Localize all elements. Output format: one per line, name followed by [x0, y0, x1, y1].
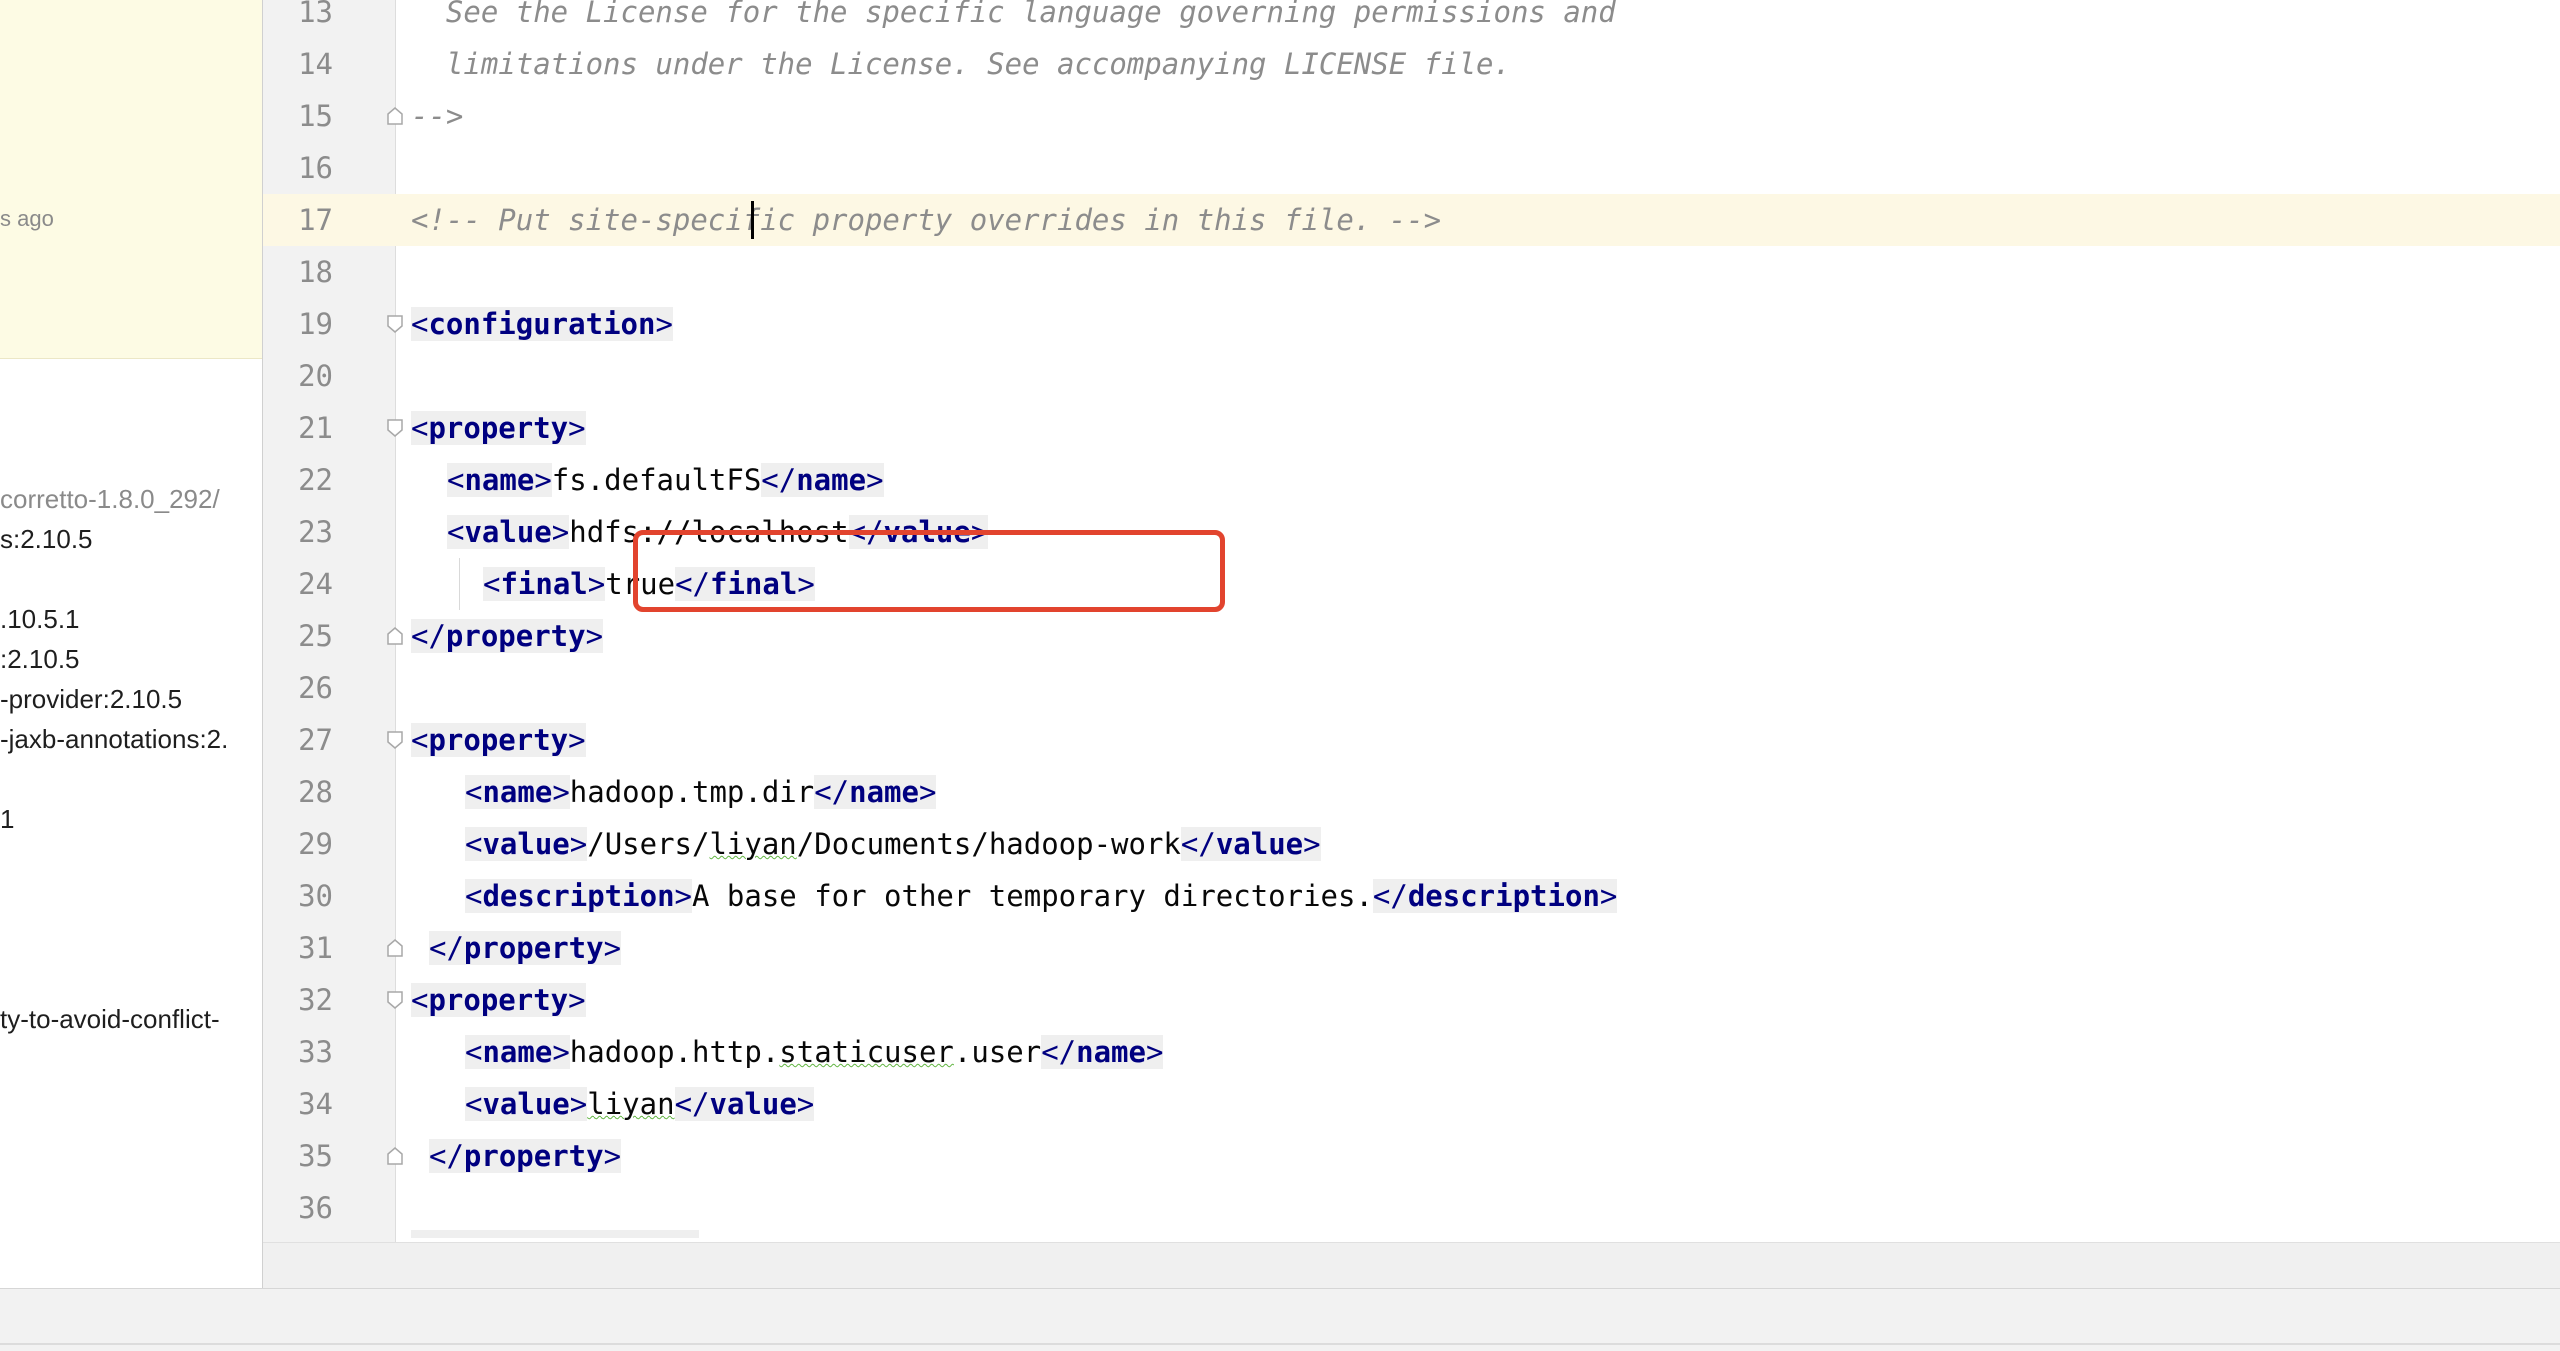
line-number: 22 — [298, 463, 333, 497]
text-caret — [751, 201, 754, 239]
comment-text: --> — [411, 99, 464, 133]
xml-tag: <configuration> — [411, 307, 673, 341]
current-code-line: 17 <!-- Put site-specific property overr… — [263, 194, 2560, 246]
code-line: 20 — [263, 350, 2560, 402]
xml-tag: <property> — [411, 723, 586, 757]
fold-end-icon[interactable] — [385, 106, 405, 126]
line-number: 25 — [298, 619, 333, 653]
xml-tag: </property> — [429, 931, 622, 965]
fold-end-icon[interactable] — [385, 1146, 405, 1166]
line-number: 31 — [298, 931, 333, 965]
library-item[interactable]: s:2.10.5 — [0, 522, 93, 556]
library-item[interactable]: corretto-1.8.0_292/ — [0, 482, 220, 516]
line-number: 14 — [298, 47, 333, 81]
xml-element: <name>hadoop.http.staticuser.user</name> — [465, 1035, 1164, 1069]
line-number: 28 — [298, 775, 333, 809]
code-line: 24 <final>true</final> — [263, 558, 2560, 610]
project-panel: s ago corretto-1.8.0_292/ s:2.10.5 .10.5… — [0, 0, 263, 1288]
fold-start-icon[interactable] — [385, 730, 405, 750]
fold-end-icon[interactable] — [385, 626, 405, 646]
line-number: 15 — [298, 99, 333, 133]
line-number: 18 — [298, 255, 333, 289]
vcs-annotation-popup: s ago — [0, 0, 262, 359]
xml-element: <value>/Users/liyan/Documents/hadoop-wor… — [465, 827, 1321, 861]
xml-element: <name>fs.defaultFS</name> — [447, 463, 884, 497]
library-item[interactable]: 1 — [0, 802, 14, 836]
library-item[interactable]: .10.5.1 — [0, 602, 80, 636]
code-line: 35 </property> — [263, 1130, 2560, 1182]
code-line: 32 <property> — [263, 974, 2560, 1026]
xml-tag: </property> — [429, 1139, 622, 1173]
code-editor[interactable]: 13 See the License for the specific lang… — [263, 0, 2560, 1242]
status-bar — [0, 1288, 2560, 1351]
library-item[interactable]: ty-to-avoid-conflict- — [0, 1002, 220, 1036]
line-number: 16 — [298, 151, 333, 185]
code-line: 22 <name>fs.defaultFS</name> — [263, 454, 2560, 506]
line-number: 35 — [298, 1139, 333, 1173]
xml-element: <value>liyan</value> — [465, 1087, 815, 1121]
xml-tag: </property> — [411, 619, 604, 653]
line-number: 17 — [298, 203, 333, 237]
code-line: 19 <configuration> — [263, 298, 2560, 350]
xml-tag: <property> — [411, 983, 586, 1017]
line-number: 34 — [298, 1087, 333, 1121]
code-line: 30 <description>A base for other tempora… — [263, 870, 2560, 922]
code-line: 27 <property> — [263, 714, 2560, 766]
line-number: 19 — [298, 307, 333, 341]
library-item[interactable]: -provider:2.10.5 — [0, 682, 182, 716]
code-line: 33 <name>hadoop.http.staticuser.user</na… — [263, 1026, 2560, 1078]
line-number: 32 — [298, 983, 333, 1017]
comment-text: See the License for the specific languag… — [411, 0, 1616, 29]
code-line: 31 </property> — [263, 922, 2560, 974]
code-line: 13 See the License for the specific lang… — [263, 0, 2560, 38]
comment-text: <!-- Put site-specific property override… — [411, 203, 1442, 237]
vcs-time-label: s ago — [0, 206, 54, 231]
xml-element: <description>A base for other temporary … — [465, 879, 1618, 913]
code-line: 26 — [263, 662, 2560, 714]
code-line: 18 — [263, 246, 2560, 298]
line-number: 26 — [298, 671, 333, 705]
fold-start-icon[interactable] — [385, 314, 405, 334]
red-annotation-box — [633, 530, 1225, 612]
code-line: 36 — [263, 1182, 2560, 1238]
code-line: 14 limitations under the License. See ac… — [263, 38, 2560, 90]
code-line: 28 <name>hadoop.tmp.dir</name> — [263, 766, 2560, 818]
status-bar-divider — [0, 1343, 2560, 1345]
partial-tag-background — [411, 1230, 699, 1238]
line-number: 13 — [298, 0, 333, 29]
line-number: 30 — [298, 879, 333, 913]
code-line: 15 --> — [263, 90, 2560, 142]
line-number: 33 — [298, 1035, 333, 1069]
code-line: 29 <value>/Users/liyan/Documents/hadoop-… — [263, 818, 2560, 870]
line-number: 27 — [298, 723, 333, 757]
comment-text: limitations under the License. See accom… — [411, 47, 1511, 81]
code-line: 34 <value>liyan</value> — [263, 1078, 2560, 1130]
xml-element: <name>hadoop.tmp.dir</name> — [465, 775, 937, 809]
code-line: 21 <property> — [263, 402, 2560, 454]
indent-guide — [459, 558, 460, 610]
library-item[interactable]: :2.10.5 — [0, 642, 80, 676]
horizontal-scrollbar[interactable] — [263, 1242, 2560, 1289]
fold-start-icon[interactable] — [385, 990, 405, 1010]
line-number: 24 — [298, 567, 333, 601]
fold-start-icon[interactable] — [385, 418, 405, 438]
code-line: 16 — [263, 142, 2560, 194]
xml-tag: <property> — [411, 411, 586, 445]
code-line: 25 </property> — [263, 610, 2560, 662]
line-number: 20 — [298, 359, 333, 393]
fold-end-icon[interactable] — [385, 938, 405, 958]
line-number: 23 — [298, 515, 333, 549]
line-number: 36 — [298, 1191, 333, 1225]
line-number: 29 — [298, 827, 333, 861]
library-item[interactable]: -jaxb-annotations:2. — [0, 722, 228, 756]
code-line: 23 <value>hdfs://localhost</value> — [263, 506, 2560, 558]
line-number: 21 — [298, 411, 333, 445]
